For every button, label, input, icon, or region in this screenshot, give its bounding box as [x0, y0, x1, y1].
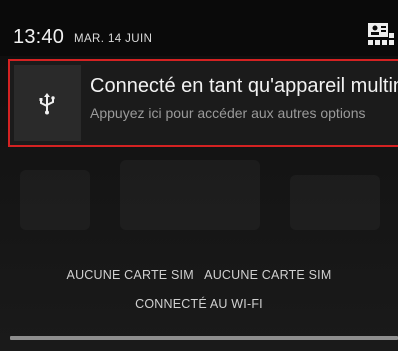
shade-drag-handle[interactable]	[10, 336, 398, 340]
wifi-status-label: CONNECTÉ AU WI-FI	[135, 297, 263, 311]
usb-icon	[39, 93, 55, 115]
carrier-label: AUCUNE CARTE SIM AUCUNE CARTE SIM	[66, 268, 332, 282]
notification-subtitle: Appuyez ici pour accéder aux autres opti…	[90, 105, 366, 121]
wallpaper-shape	[120, 160, 260, 230]
usb-notification[interactable]: Connecté en tant qu'appareil multin Appu…	[8, 59, 398, 147]
clock: 13:40	[13, 26, 65, 48]
wallpaper-shape	[20, 170, 90, 230]
notification-icon-box	[14, 65, 81, 141]
date: MAR. 14 JUIN	[74, 33, 153, 45]
wallpaper-shape	[290, 175, 380, 230]
status-bar: 13:40 MAR. 14 JUIN	[0, 0, 398, 56]
notification-title: Connecté en tant qu'appareil multin	[90, 75, 398, 97]
quick-settings-icon[interactable]	[366, 22, 398, 48]
